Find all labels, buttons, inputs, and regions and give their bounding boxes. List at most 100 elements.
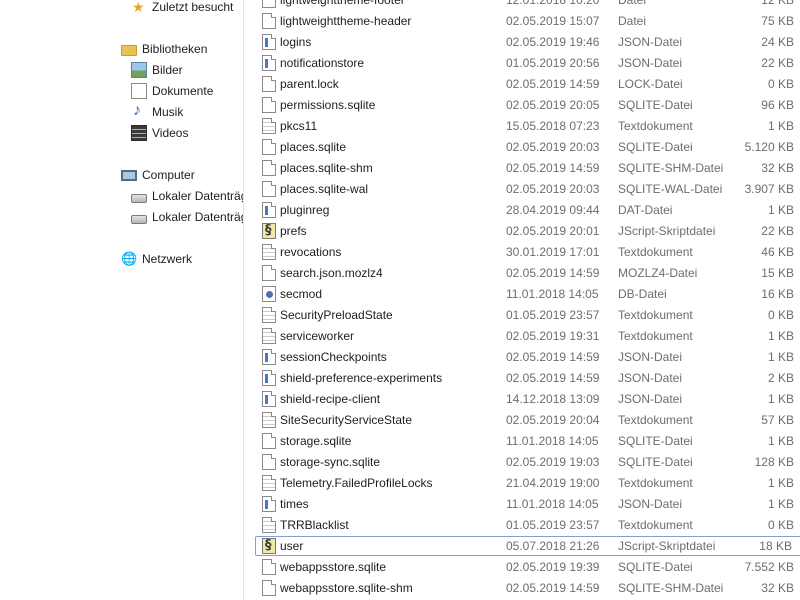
file-row[interactable]: TRRBlacklist 01.05.2019 23:57 Textdokument…	[258, 515, 800, 535]
file-name: TRRBlacklist	[280, 518, 349, 532]
nav-item-label: Videos	[152, 126, 189, 140]
file-row[interactable]: places.sqlite 02.05.2019 20:03 SQLITE-Date…	[258, 137, 800, 157]
nav-item-videos[interactable]: Videos	[131, 123, 188, 143]
file-row[interactable]: sessionCheckpoints 02.05.2019 14:59 JSON-D…	[258, 347, 800, 367]
nav-item-recent-places[interactable]: Zuletzt besucht	[131, 0, 233, 17]
nav-item-local-drive-1[interactable]: Lokaler Datenträge	[131, 186, 243, 206]
file-size: 1 KB	[767, 497, 794, 511]
nav-item-local-drive-2[interactable]: Lokaler Datenträge	[131, 207, 243, 227]
json-icon	[262, 391, 276, 407]
file-date-modified: 02.05.2019 14:59	[506, 371, 600, 385]
file-date-modified: 05.07.2018 21:26	[506, 539, 600, 553]
file-date-modified: 02.05.2019 14:59	[506, 161, 600, 175]
file-row[interactable]: secmod 11.01.2018 14:05 DB-Datei 16 KB	[258, 284, 800, 304]
file-date-modified: 02.05.2019 20:03	[506, 140, 600, 154]
file-size: 3.907 KB	[744, 182, 794, 196]
file-size: 1 KB	[767, 203, 794, 217]
file-size: 5.120 KB	[744, 140, 794, 154]
file-date-modified: 12.01.2018 10:20	[506, 0, 600, 7]
file-row[interactable]: pkcs11 15.05.2018 07:23 Textdokument 1 KB	[258, 116, 800, 136]
file-row[interactable]: webappsstore.sqlite 02.05.2019 19:39 SQLIT…	[258, 557, 800, 577]
file-type: JScript-Skriptdatei	[618, 539, 716, 553]
file-date-modified: 11.01.2018 14:05	[506, 434, 599, 448]
file-size: 32 KB	[761, 161, 794, 175]
file-name: webappsstore.sqlite	[280, 560, 387, 574]
json-icon	[262, 349, 276, 365]
file-row[interactable]: permissions.sqlite 02.05.2019 20:05 SQLITE…	[258, 95, 800, 115]
document-icon	[262, 559, 276, 575]
documents-icon	[131, 83, 147, 99]
file-type: Datei	[618, 0, 647, 7]
file-name: parent.lock	[280, 77, 339, 91]
file-row[interactable]: times 11.01.2018 14:05 JSON-Datei 1 KB	[258, 494, 800, 514]
file-row[interactable]: webappsstore.sqlite-shm 02.05.2019 14:59 S…	[258, 578, 800, 598]
file-list: lightweighttheme-footer 12.01.2018 10:20 D…	[244, 0, 800, 600]
nav-item-music[interactable]: Musik	[131, 101, 183, 122]
file-row[interactable]: serviceworker 02.05.2019 19:31 Textdokumen…	[258, 326, 800, 346]
file-size: 7.552 KB	[744, 560, 794, 574]
nav-item-network[interactable]: Netzwerk	[121, 249, 192, 269]
file-row[interactable]: pluginreg 28.04.2019 09:44 DAT-Datei 1 KB	[258, 200, 800, 220]
file-size: 15 KB	[761, 266, 794, 280]
file-size: 22 KB	[761, 56, 794, 70]
document-icon	[262, 139, 276, 155]
file-row[interactable]: places.sqlite-wal 02.05.2019 20:03 SQLITE-…	[258, 179, 800, 199]
file-name: storage.sqlite	[280, 434, 352, 448]
file-size: 1 KB	[767, 119, 794, 133]
file-type: Textdokument	[618, 413, 693, 427]
file-row[interactable]: revocations 30.01.2019 17:01 Textdokument 4…	[258, 242, 800, 262]
file-name: lightweighttheme-footer	[280, 0, 405, 7]
file-type: DAT-Datei	[618, 203, 673, 217]
nav-item-computer[interactable]: Computer	[121, 165, 195, 185]
file-row[interactable]: Telemetry.FailedProfileLocks 21.04.2019 1…	[258, 473, 800, 493]
file-type: Textdokument	[618, 518, 693, 532]
database-icon	[262, 286, 276, 302]
file-type: Textdokument	[618, 119, 693, 133]
file-row[interactable]: SecurityPreloadState 01.05.2019 23:57 Text…	[258, 305, 800, 325]
file-row[interactable]: prefs 02.05.2019 20:01 JScript-Skriptdatei…	[258, 221, 800, 241]
file-size: 1 KB	[767, 434, 794, 448]
nav-item-libraries[interactable]: Bibliotheken	[121, 39, 207, 59]
file-size: 1 KB	[767, 329, 794, 343]
videos-icon	[131, 125, 147, 141]
file-row[interactable]: search.json.mozlz4 02.05.2019 14:59 MOZLZ4…	[258, 263, 800, 283]
file-date-modified: 02.05.2019 20:05	[506, 98, 600, 112]
file-row[interactable]: parent.lock 02.05.2019 14:59 LOCK-Datei 0 K…	[258, 74, 800, 94]
file-date-modified: 02.05.2019 19:31	[506, 329, 600, 343]
nav-item-pictures[interactable]: Bilder	[131, 60, 183, 80]
file-date-modified: 02.05.2019 20:01	[506, 224, 600, 238]
file-name: user	[280, 539, 304, 553]
text-document-icon	[262, 244, 276, 260]
network-icon	[121, 249, 137, 269]
file-type: JSON-Datei	[618, 56, 683, 70]
file-type: SQLITE-Datei	[618, 434, 693, 448]
text-document-icon	[262, 307, 276, 323]
file-date-modified: 02.05.2019 14:59	[506, 266, 600, 280]
file-row[interactable]: SiteSecurityServiceState 02.05.2019 20:04…	[258, 410, 800, 430]
file-date-modified: 02.05.2019 14:59	[506, 350, 600, 364]
file-row[interactable]: lightweighttheme-header 02.05.2019 15:07 D…	[258, 11, 800, 31]
json-icon	[262, 496, 276, 512]
file-row[interactable]: shield-recipe-client 14.12.2018 13:09 JSON…	[258, 389, 800, 409]
file-row[interactable]: notificationstore 01.05.2019 20:56 JSON-Da…	[258, 53, 800, 73]
file-row[interactable]: logins 02.05.2019 19:46 JSON-Datei 24 KB	[258, 32, 800, 52]
file-row[interactable]: storage-sync.sqlite 02.05.2019 19:03 SQLIT…	[258, 452, 800, 472]
file-date-modified: 02.05.2019 20:04	[506, 413, 600, 427]
file-date-modified: 01.05.2019 23:57	[506, 308, 600, 322]
file-row[interactable]: places.sqlite-shm 02.05.2019 14:59 SQLITE-…	[258, 158, 800, 178]
file-row[interactable]: lightweighttheme-footer 12.01.2018 10:20 D…	[258, 0, 800, 10]
file-row[interactable]: user 05.07.2018 21:26 JScript-Skriptdatei 1…	[255, 536, 800, 556]
nav-item-documents[interactable]: Dokumente	[131, 81, 213, 101]
file-name: shield-recipe-client	[280, 392, 381, 406]
nav-item-label: Computer	[142, 168, 195, 182]
file-size: 75 KB	[761, 14, 794, 28]
file-date-modified: 30.01.2019 17:01	[506, 245, 600, 259]
file-row[interactable]: storage.sqlite 11.01.2018 14:05 SQLITE-Dat…	[258, 431, 800, 451]
file-date-modified: 02.05.2019 19:46	[506, 35, 600, 49]
file-type: Textdokument	[618, 329, 693, 343]
script-icon	[262, 536, 276, 556]
file-row[interactable]: shield-preference-experiments 02.05.2019 …	[258, 368, 800, 388]
file-size: 22 KB	[761, 224, 794, 238]
nav-item-label: Bibliotheken	[142, 42, 208, 56]
file-type: SQLITE-WAL-Datei	[618, 182, 723, 196]
